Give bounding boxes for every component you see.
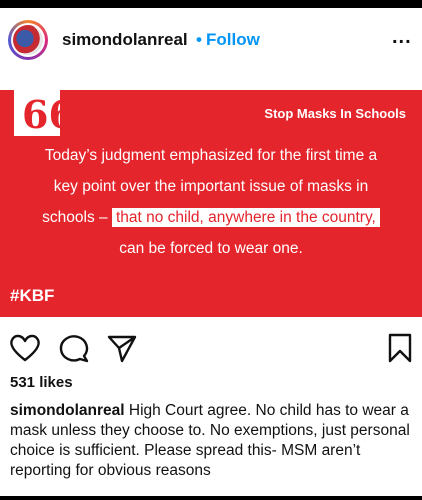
- card-hashtag: #KBF: [10, 286, 55, 305]
- card-line-3-prefix: schools –: [42, 209, 112, 226]
- avatar[interactable]: [8, 20, 48, 60]
- post-image: 66 Stop Masks In Schools Today’s judgmen…: [0, 90, 422, 317]
- username-link[interactable]: simondolanreal: [62, 30, 188, 50]
- separator-dot: •: [196, 30, 202, 49]
- quote-icon: 66: [14, 90, 75, 137]
- caption-username[interactable]: simondolanreal: [10, 402, 125, 419]
- share-icon[interactable]: [106, 332, 138, 364]
- avatar-ring-gap: [11, 23, 45, 57]
- card-quote-text: Today’s judgment emphasized for the firs…: [0, 140, 422, 264]
- card-tag: Stop Masks In Schools: [264, 106, 406, 121]
- action-bar: [0, 326, 422, 370]
- card-line-4: can be forced to wear one.: [119, 240, 303, 257]
- bookmark-icon[interactable]: [386, 332, 414, 364]
- post-caption: simondolanreal High Court agree. No chil…: [10, 401, 414, 481]
- post-header: simondolanreal • Follow ...: [0, 8, 422, 70]
- heart-icon[interactable]: [8, 332, 42, 364]
- card-line-1: Today’s judgment emphasized for the firs…: [44, 147, 378, 164]
- card-highlight: that no child, anywhere in the country,: [111, 208, 380, 227]
- like-count[interactable]: 531 likes: [10, 374, 73, 391]
- follow-button[interactable]: Follow: [206, 30, 260, 50]
- card-line-3: schools – that no child, anywhere in the…: [0, 202, 422, 233]
- more-options-icon[interactable]: ...: [392, 26, 412, 49]
- instagram-post: simondolanreal • Follow ... 66 Stop Mask…: [0, 8, 422, 496]
- comment-icon[interactable]: [58, 332, 92, 364]
- card-line-2: key point over the important issue of ma…: [53, 178, 369, 195]
- avatar-image: [13, 25, 43, 55]
